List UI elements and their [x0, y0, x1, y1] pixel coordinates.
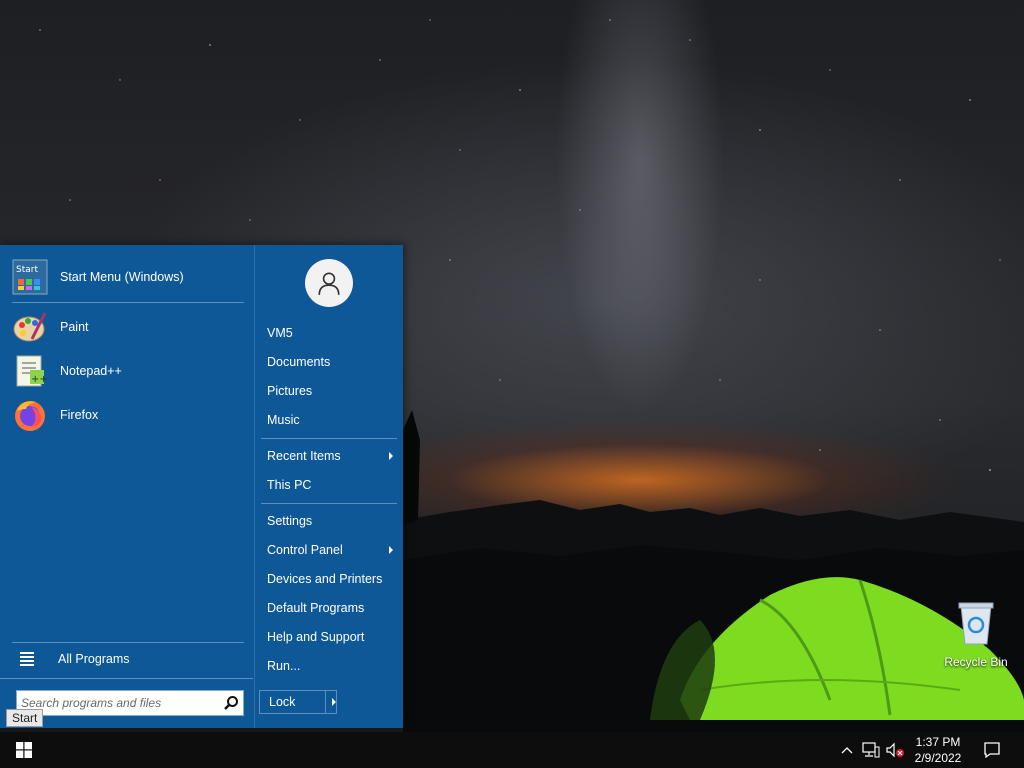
recycle-bin-icon	[958, 602, 994, 645]
clock[interactable]: 1:37 PM 2/9/2022	[904, 732, 972, 768]
menu-item-label: Music	[267, 413, 300, 427]
program-label: Paint	[60, 320, 89, 334]
start-menu-places-pane: VM5 Documents Pictures Music Recent Item…	[254, 245, 404, 728]
program-notepad-plus-plus[interactable]: ++ Notepad++	[12, 351, 244, 391]
chevron-up-icon	[841, 747, 853, 754]
start-menu-app-icon: Start	[12, 259, 48, 295]
menu-item-vm5[interactable]: VM5	[259, 320, 397, 346]
clock-time: 1:37 PM	[915, 735, 961, 749]
list-icon	[20, 650, 34, 668]
user-avatar-icon	[318, 272, 340, 295]
volume-muted-icon	[886, 742, 904, 758]
divider	[12, 642, 244, 643]
volume-button[interactable]	[884, 732, 906, 768]
submenu-arrow-icon	[389, 452, 393, 460]
menu-item-label: Default Programs	[267, 601, 365, 615]
windows-logo-icon	[16, 742, 32, 758]
action-center-icon	[984, 742, 1000, 759]
menu-item-this-pc[interactable]: This PC	[259, 472, 397, 498]
lock-button[interactable]: Lock	[259, 690, 337, 714]
start-menu: Start Start Menu (Windows) Paint ++ Note…	[0, 245, 403, 728]
menu-item-music[interactable]: Music	[259, 407, 397, 433]
search-box[interactable]	[16, 690, 244, 716]
menu-item-run[interactable]: Run...	[259, 653, 397, 679]
start-tooltip: Start	[6, 709, 44, 727]
menu-item-default-programs[interactable]: Default Programs	[259, 595, 397, 621]
menu-item-label: Settings	[267, 514, 313, 528]
firefox-icon	[15, 401, 45, 431]
notepad-plus-plus-icon: ++	[16, 355, 48, 387]
all-programs-button[interactable]: All Programs	[14, 647, 244, 671]
submenu-arrow-icon	[389, 546, 393, 554]
menu-item-label: Recent Items	[267, 449, 341, 463]
menu-item-label: VM5	[267, 326, 293, 340]
search-input[interactable]	[21, 693, 215, 713]
menu-item-documents[interactable]: Documents	[259, 349, 397, 375]
lock-options-arrow-icon[interactable]	[332, 698, 336, 706]
recycle-bin-label: Recycle Bin	[944, 655, 1008, 669]
menu-item-devices-and-printers[interactable]: Devices and Printers	[259, 566, 397, 592]
lock-label: Lock	[269, 695, 296, 709]
menu-item-label: Help and Support	[267, 630, 365, 644]
menu-item-settings[interactable]: Settings	[259, 508, 397, 534]
show-hidden-icons-button[interactable]	[838, 732, 856, 768]
taskbar: 1:37 PM 2/9/2022	[0, 732, 1024, 768]
divider	[261, 503, 397, 504]
start-button[interactable]	[0, 732, 48, 768]
action-center-button[interactable]	[978, 732, 1006, 768]
program-start-menu-windows[interactable]: Start Start Menu (Windows)	[12, 257, 244, 297]
clock-date: 2/9/2022	[914, 751, 962, 765]
user-avatar[interactable]	[305, 259, 353, 307]
menu-item-label: Run...	[267, 659, 301, 673]
svg-text:++: ++	[31, 374, 48, 385]
menu-item-label: Documents	[267, 355, 331, 369]
menu-item-help-and-support[interactable]: Help and Support	[259, 624, 397, 650]
menu-item-label: This PC	[267, 478, 312, 492]
network-button[interactable]	[860, 732, 882, 768]
menu-item-pictures[interactable]: Pictures	[259, 378, 397, 404]
program-paint[interactable]: Paint	[12, 307, 244, 347]
network-icon	[862, 742, 880, 758]
menu-item-control-panel[interactable]: Control Panel	[259, 537, 397, 563]
start-menu-programs-pane: Start Start Menu (Windows) Paint ++ Note…	[0, 245, 253, 728]
program-label: Start Menu (Windows)	[60, 270, 184, 284]
lock-split-divider	[325, 691, 326, 713]
divider	[0, 678, 253, 679]
menu-item-label: Control Panel	[267, 543, 343, 557]
menu-item-label: Devices and Printers	[267, 572, 383, 586]
menu-item-recent-items[interactable]: Recent Items	[259, 443, 397, 469]
svg-text:Start: Start	[16, 265, 38, 275]
recycle-bin[interactable]: Recycle Bin	[940, 600, 1012, 669]
search-icon[interactable]	[223, 695, 239, 711]
divider	[12, 302, 244, 303]
program-label: Notepad++	[60, 364, 122, 378]
menu-item-label: Pictures	[267, 384, 313, 398]
program-firefox[interactable]: Firefox	[12, 395, 244, 435]
all-programs-label: All Programs	[58, 652, 130, 666]
program-label: Firefox	[60, 408, 99, 422]
divider	[261, 438, 397, 439]
paint-palette-icon	[13, 312, 47, 342]
